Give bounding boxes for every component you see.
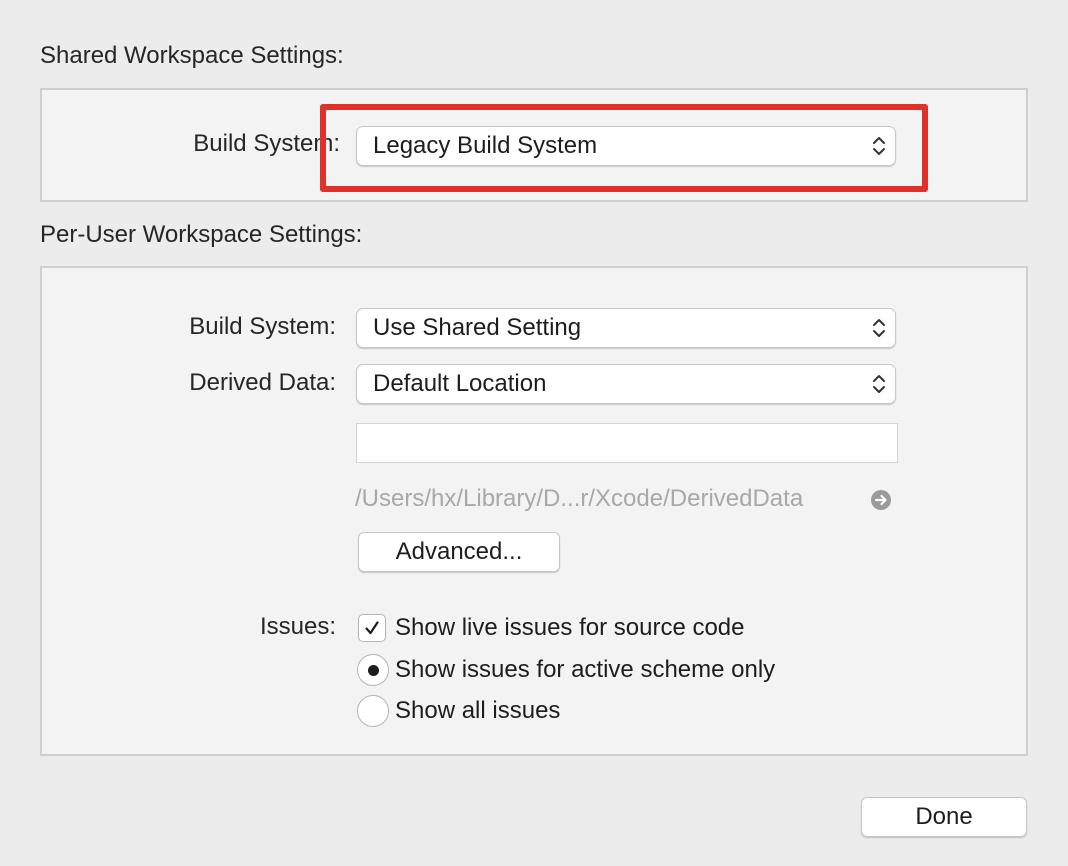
active-scheme-label: Show issues for active scheme only (395, 656, 776, 683)
active-scheme-radio-row[interactable]: Show issues for active scheme only (357, 654, 775, 686)
checkmark-icon (365, 621, 379, 635)
all-issues-radio-row[interactable]: Show all issues (357, 695, 560, 727)
all-issues-radio[interactable] (357, 695, 389, 727)
issues-label: Issues: (259, 613, 336, 640)
per-user-build-system-popup[interactable]: Use Shared Setting (356, 308, 896, 348)
advanced-button[interactable]: Advanced... (358, 532, 560, 572)
live-issues-checkbox-row[interactable]: Show live issues for source code (358, 614, 745, 642)
radio-selected-dot (367, 664, 379, 676)
derived-data-popup[interactable]: Default Location (356, 364, 896, 404)
shared-settings-title: Shared Workspace Settings: (40, 42, 344, 69)
derived-data-custom-path-field[interactable] (356, 423, 898, 463)
per-user-build-system-label: Build System: (189, 313, 336, 340)
shared-build-system-label: Build System: (193, 130, 340, 157)
live-issues-label: Show live issues for source code (395, 614, 745, 641)
all-issues-label: Show all issues (395, 697, 561, 724)
live-issues-checkbox[interactable] (358, 614, 386, 642)
arrow-circle-right-icon[interactable] (870, 489, 892, 511)
highlight-box (320, 104, 928, 192)
derived-data-path: /Users/hx/Library/D...r/Xcode/DerivedDat… (355, 485, 804, 512)
active-scheme-radio[interactable] (357, 654, 389, 686)
derived-data-value: Default Location (373, 370, 547, 397)
up-down-chevron-icon (863, 365, 895, 403)
per-user-settings-title: Per-User Workspace Settings: (40, 221, 363, 248)
done-button[interactable]: Done (861, 797, 1027, 837)
per-user-build-system-value: Use Shared Setting (373, 314, 582, 341)
up-down-chevron-icon (863, 309, 895, 347)
per-user-settings-group: Build System: Use Shared Setting Derived… (40, 266, 1028, 756)
derived-data-label: Derived Data: (189, 369, 336, 396)
